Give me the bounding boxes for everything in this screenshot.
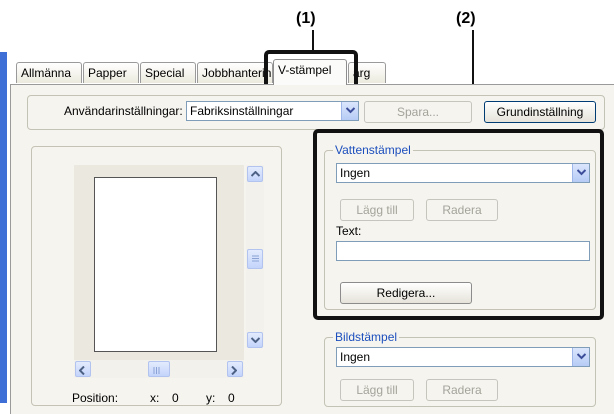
window-edge <box>0 52 7 403</box>
user-settings-value: Fabriksinställningar <box>190 104 294 118</box>
chevron-down-icon[interactable] <box>572 348 589 366</box>
image-stamp-delete-button[interactable]: Radera <box>426 379 498 401</box>
preview-area <box>74 165 244 365</box>
user-settings-label: Användarinställningar: <box>64 104 183 118</box>
scroll-thumb-vertical[interactable] <box>247 249 263 269</box>
image-stamp-add-button[interactable]: Lägg till <box>340 379 414 401</box>
tab-papper[interactable]: Papper <box>83 62 139 83</box>
page-preview <box>94 177 217 352</box>
callout-2-highlight <box>313 129 604 320</box>
default-button[interactable]: Grundinställning <box>484 101 596 123</box>
tab-jobbhantering[interactable]: Jobbhanterin <box>197 62 273 83</box>
callout-1: (1) <box>296 10 316 27</box>
save-button[interactable]: Spara... <box>364 101 472 123</box>
tab-allmanna[interactable]: Allmänna <box>16 62 82 83</box>
image-stamp-group-label: Bildstämpel <box>333 330 400 344</box>
callout-1-line <box>312 30 314 50</box>
chevron-down-icon[interactable] <box>341 102 358 120</box>
tab-special[interactable]: Special <box>140 62 196 83</box>
tab-v-stampel[interactable]: V-stämpel <box>273 59 347 85</box>
arrow-down-icon[interactable] <box>247 332 263 348</box>
image-stamp-select-value: Ingen <box>340 350 371 364</box>
arrow-left-icon[interactable] <box>75 361 91 377</box>
arrow-right-icon[interactable] <box>227 361 243 377</box>
scroll-thumb-horizontal[interactable] <box>148 361 170 377</box>
callout-2: (2) <box>456 10 476 27</box>
arrow-up-icon[interactable] <box>247 166 263 182</box>
user-settings-select[interactable]: Fabriksinställningar <box>186 101 359 121</box>
image-stamp-select[interactable]: Ingen <box>336 347 590 367</box>
